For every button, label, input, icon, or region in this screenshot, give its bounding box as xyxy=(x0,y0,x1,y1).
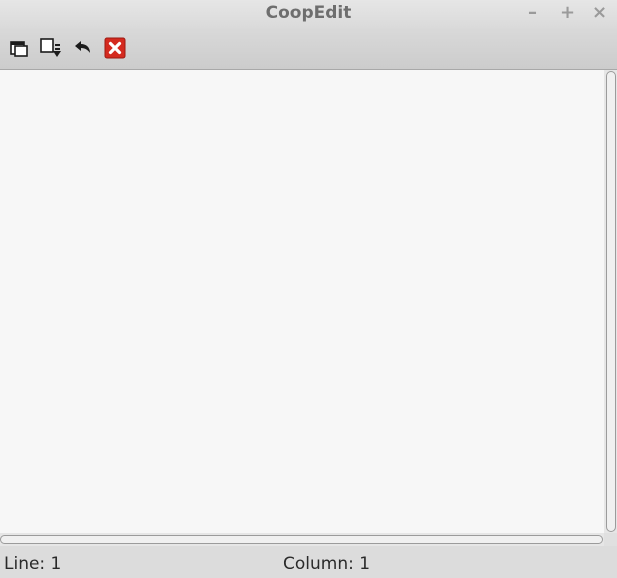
vertical-scroll-thumb[interactable] xyxy=(606,71,616,532)
close-icon xyxy=(104,37,126,59)
window-title: CoopEdit xyxy=(265,3,352,23)
minimize-button[interactable]: – xyxy=(528,2,537,23)
save-icon xyxy=(40,38,61,57)
text-editor[interactable] xyxy=(0,70,604,533)
maximize-button[interactable]: + xyxy=(560,2,575,23)
scroll-corner xyxy=(604,533,617,546)
copy-icon xyxy=(10,41,28,57)
line-indicator: Line: 1 xyxy=(4,554,62,574)
horizontal-scroll-thumb[interactable] xyxy=(0,535,603,544)
undo-button[interactable] xyxy=(70,35,96,61)
copy-button[interactable] xyxy=(6,35,32,61)
undo-icon xyxy=(75,41,90,53)
save-button[interactable] xyxy=(38,35,64,61)
toolbar xyxy=(0,28,617,70)
window-close-button[interactable]: × xyxy=(592,2,607,23)
close-file-button[interactable] xyxy=(102,35,128,61)
horizontal-scrollbar[interactable] xyxy=(0,533,604,546)
status-bar: Line: 1 Column: 1 xyxy=(0,546,617,578)
title-bar[interactable]: CoopEdit – + × xyxy=(0,0,617,28)
column-indicator: Column: 1 xyxy=(283,554,371,574)
vertical-scrollbar[interactable] xyxy=(604,70,617,533)
